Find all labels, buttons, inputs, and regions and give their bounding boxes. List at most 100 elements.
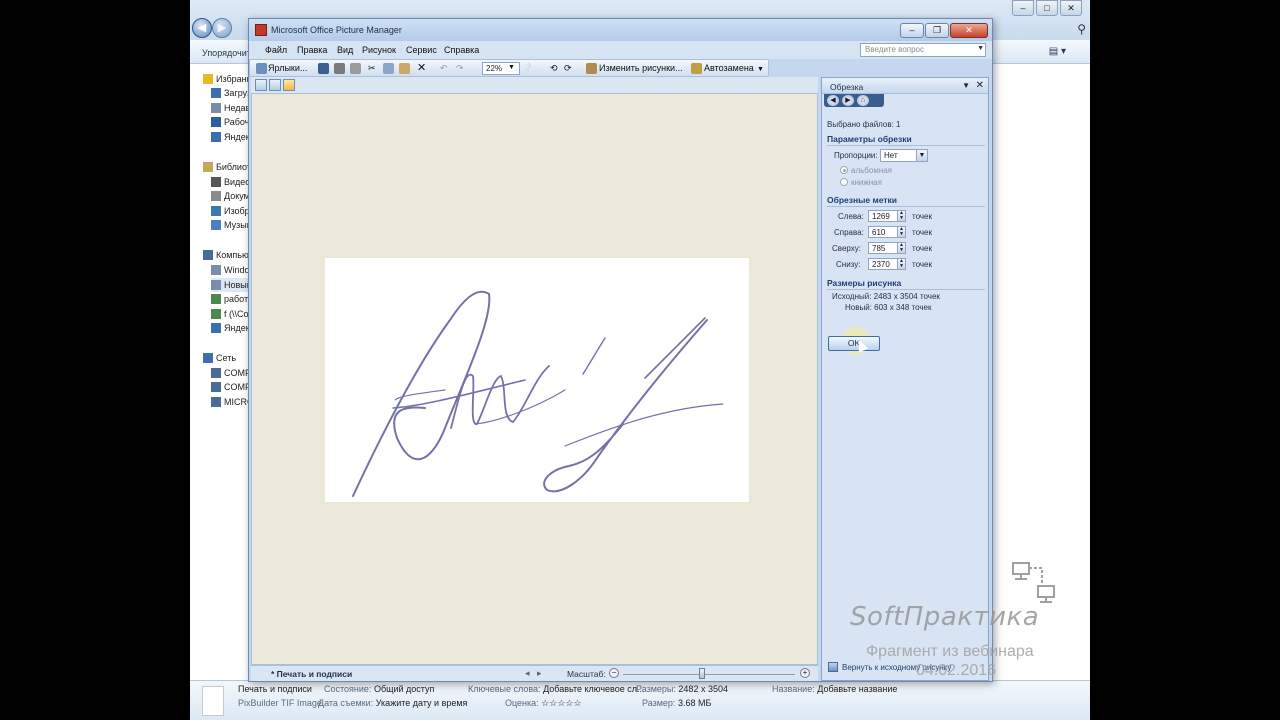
explorer-minimize-button[interactable]: –: [1012, 0, 1034, 16]
bottom-unit: точек: [912, 260, 932, 269]
search-icon[interactable]: ⚲: [1077, 22, 1086, 36]
sidebar-item-label: Видео: [224, 177, 251, 187]
selected-files-count: Выбрано файлов: 1: [827, 120, 901, 129]
save-icon[interactable]: [318, 63, 329, 74]
menu-bar: Файл Правка Вид Рисунок Сервис Справка В…: [249, 41, 992, 59]
zoom-in-icon[interactable]: +: [800, 668, 810, 678]
toolbar-options-icon[interactable]: ▼: [757, 66, 764, 73]
email-icon[interactable]: [350, 63, 361, 74]
computer-icon: [211, 382, 221, 392]
top-spinner[interactable]: 785 ▲ ▼: [868, 242, 906, 254]
status-file-name: * Печать и подписи: [271, 669, 353, 679]
picture-manager-app-icon: [255, 24, 267, 36]
menu-help[interactable]: Справка: [444, 45, 479, 55]
drive-icon: [211, 280, 221, 290]
sidebar-item[interactable]: Компьютер: [203, 248, 253, 262]
forward-button[interactable]: ▶: [212, 18, 232, 38]
portrait-radio[interactable]: [840, 178, 848, 186]
task-pane-close-icon[interactable]: ✕: [976, 80, 984, 91]
zoom-slider-track[interactable]: [623, 674, 795, 675]
zoom-out-icon[interactable]: −: [609, 668, 619, 678]
cut-icon[interactable]: ✂: [368, 63, 376, 74]
rotate-right-icon[interactable]: ⟳: [564, 63, 572, 74]
task-pane-menu-icon[interactable]: ▼: [962, 81, 970, 90]
landscape-radio[interactable]: [840, 166, 848, 174]
undo-icon[interactable]: ↶: [440, 63, 448, 74]
print-icon[interactable]: [334, 63, 345, 74]
navigation-pane: ИзбранноеЗагрузкиНедавние местаРабочий с…: [190, 64, 261, 684]
menu-tools[interactable]: Сервис: [406, 45, 437, 55]
help-icon[interactable]: ❔: [522, 63, 533, 74]
sidebar-item-label: Сеть: [216, 353, 237, 363]
picture-canvas: [251, 93, 818, 665]
network-drive-icon: [211, 309, 221, 319]
task-pane-nav: ◀ ▶ ⌂: [824, 94, 884, 107]
shortcuts-button[interactable]: Ярлыки...: [268, 63, 307, 73]
maximize-button[interactable]: ❐: [925, 23, 949, 38]
edit-pictures-icon: [586, 63, 597, 74]
desktop-icon: [211, 117, 221, 127]
right-unit: точек: [912, 228, 932, 237]
sidebar-item[interactable]: Сеть: [203, 351, 253, 365]
autocorrect-button[interactable]: Автозамена: [704, 63, 754, 73]
proportion-label: Пропорции:: [834, 151, 878, 160]
zoom-dropdown-icon[interactable]: ▼: [508, 64, 515, 71]
library-icon: [203, 162, 213, 172]
delete-icon[interactable]: ✕: [417, 61, 426, 74]
signature-image: [325, 258, 749, 502]
copy-icon[interactable]: [383, 63, 394, 74]
left-spinner[interactable]: 1269 ▲ ▼: [868, 210, 906, 222]
sidebar-item-label: COMP: [224, 368, 251, 378]
explorer-maximize-button[interactable]: □: [1036, 0, 1058, 16]
details-date[interactable]: Дата съемки: Укажите дату и время: [318, 698, 467, 708]
zoom-label: Масштаб:: [567, 669, 606, 679]
recent-places-icon: [211, 103, 221, 113]
menu-picture[interactable]: Рисунок: [362, 45, 396, 55]
menu-view[interactable]: Вид: [337, 45, 353, 55]
chevron-down-icon[interactable]: ▼: [916, 150, 927, 161]
proportion-select[interactable]: Нет ▼: [880, 149, 928, 162]
computer-icon: [211, 397, 221, 407]
top-unit: точек: [912, 244, 932, 253]
menu-edit[interactable]: Правка: [297, 45, 327, 55]
ask-question-input[interactable]: Введите вопрос ▼: [860, 43, 986, 57]
forward-arrow-icon[interactable]: ▶: [842, 95, 854, 106]
thumbnail-view-icon[interactable]: [255, 79, 267, 91]
home-icon[interactable]: ⌂: [857, 95, 869, 106]
video-icon: [211, 177, 221, 187]
portrait-label: книжная: [851, 178, 882, 187]
network-computers-logo-icon: [1012, 562, 1055, 603]
details-file-type: PixBuilder TIF Image: [238, 698, 322, 708]
menu-file[interactable]: Файл: [265, 45, 287, 55]
close-button[interactable]: ✕: [950, 23, 988, 38]
bottom-spinner[interactable]: 2370 ▲ ▼: [868, 258, 906, 270]
view-options-icon[interactable]: ▤ ▾: [1049, 46, 1066, 57]
documents-icon: [211, 191, 221, 201]
sidebar-item[interactable]: Библиотеки: [203, 160, 253, 174]
picture-manager-titlebar: Microsoft Office Picture Manager – ❐ ✕: [249, 19, 992, 41]
prev-next-arrows-icon[interactable]: ◂ ▸: [525, 668, 542, 679]
details-dimensions: Размеры: 2482 x 3504: [636, 684, 728, 694]
right-spinner[interactable]: 610 ▲ ▼: [868, 226, 906, 238]
ask-dropdown-icon[interactable]: ▼: [977, 45, 984, 52]
minimize-button[interactable]: –: [900, 23, 924, 38]
crop-task-pane: Обрезка ▼ ✕ ◀ ▶ ⌂ Выбрано файлов: 1 Пара…: [821, 77, 989, 681]
redo-icon[interactable]: ↷: [456, 63, 464, 74]
details-title[interactable]: Название: Добавьте название: [772, 684, 897, 694]
explorer-window-controls: – □ ✕: [1012, 0, 1082, 16]
filmstrip-view-icon[interactable]: [269, 79, 281, 91]
edit-pictures-button[interactable]: Изменить рисунки...: [599, 63, 683, 73]
paste-icon[interactable]: [399, 63, 410, 74]
details-keywords[interactable]: Ключевые слова: Добавьте ключевое сл...: [468, 684, 645, 694]
reset-icon: [828, 662, 838, 672]
zoom-slider-thumb[interactable]: [699, 668, 706, 679]
computer-icon: [211, 368, 221, 378]
details-rating[interactable]: Оценка: ☆☆☆☆☆: [505, 698, 582, 709]
back-arrow-icon[interactable]: ◀: [827, 95, 839, 106]
single-picture-view-icon[interactable]: [283, 79, 295, 91]
back-button[interactable]: ◀: [192, 18, 212, 38]
explorer-close-button[interactable]: ✕: [1060, 0, 1082, 16]
sidebar-item[interactable]: Избранное: [203, 72, 253, 86]
rotate-left-icon[interactable]: ⟲: [550, 63, 558, 74]
computer-icon: [203, 250, 213, 260]
